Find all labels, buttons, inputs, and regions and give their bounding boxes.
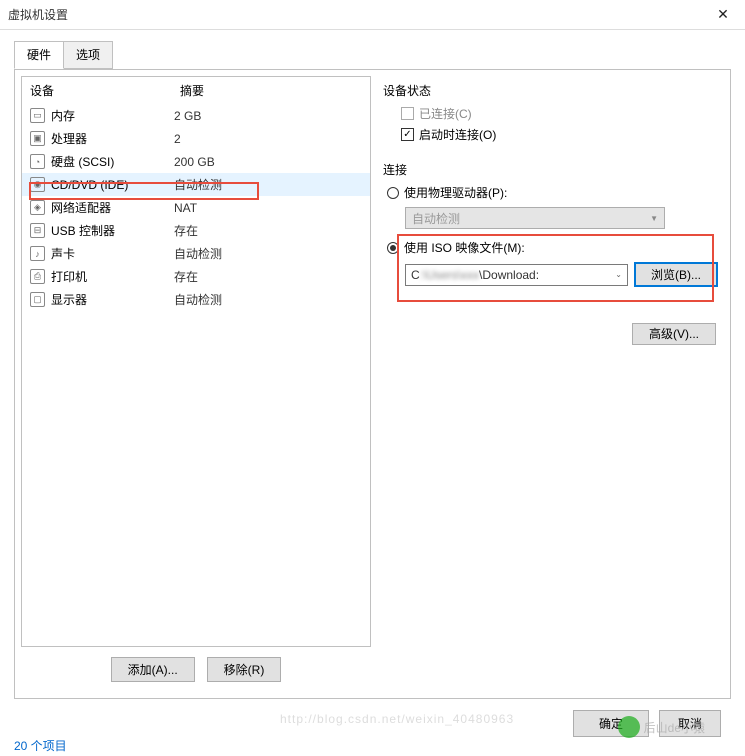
device-summary: NAT: [174, 201, 362, 215]
device-row[interactable]: CD/DVD (IDE) 自动检测: [22, 173, 370, 196]
device-summary: 存在: [174, 268, 362, 285]
device-name: 声卡: [51, 245, 75, 262]
checkbox-icon: ✓: [401, 128, 414, 141]
group-connection: 连接: [383, 161, 718, 178]
browse-button[interactable]: 浏览(B)...: [634, 262, 718, 287]
device-row[interactable]: 处理器 2: [22, 127, 370, 150]
device-summary: 2: [174, 132, 362, 146]
device-name: 处理器: [51, 130, 87, 147]
device-summary: 200 GB: [174, 155, 362, 169]
device-row[interactable]: 硬盘 (SCSI) 200 GB: [22, 150, 370, 173]
device-list-header: 设备 摘要: [22, 77, 370, 104]
checkbox-connected: 已连接(C): [401, 105, 718, 122]
combo-value: 自动检测: [412, 210, 460, 227]
device-summary: 2 GB: [174, 109, 362, 123]
device-name: 硬盘 (SCSI): [51, 153, 114, 170]
wechat-icon: [618, 716, 640, 738]
tab-strip: 硬件 选项: [14, 41, 731, 70]
tab-content: 设备 摘要 内存 2 GB 处理器 2 硬盘 (SCSI) 200 GB CD/DVD (I…: [14, 69, 731, 699]
device-list: 设备 摘要 内存 2 GB 处理器 2 硬盘 (SCSI) 200 GB CD/DVD (I…: [21, 76, 371, 647]
radio-icon: [387, 187, 399, 199]
header-device: 设备: [30, 82, 180, 99]
radio-physical-label: 使用物理驱动器(P):: [404, 184, 507, 201]
device-name: USB 控制器: [51, 222, 115, 239]
device-icon: [30, 200, 45, 215]
radio-iso-label: 使用 ISO 映像文件(M):: [404, 239, 525, 256]
device-summary: 自动检测: [174, 176, 362, 193]
device-row[interactable]: 显示器 自动检测: [22, 288, 370, 311]
advanced-button[interactable]: 高级(V)...: [632, 323, 716, 345]
device-icon: [30, 246, 45, 261]
checkbox-connect-at-power[interactable]: ✓ 启动时连接(O): [401, 126, 718, 143]
radio-physical-drive[interactable]: 使用物理驱动器(P):: [387, 184, 718, 201]
radio-iso-file[interactable]: 使用 ISO 映像文件(M):: [387, 239, 718, 256]
device-icon: [30, 177, 45, 192]
device-icon: [30, 131, 45, 146]
physical-drive-combo: 自动检测 ▼: [405, 207, 665, 229]
tab-options[interactable]: 选项: [63, 41, 113, 69]
close-icon[interactable]: ✕: [709, 6, 737, 23]
chevron-down-icon: ▼: [650, 214, 658, 223]
tab-hardware[interactable]: 硬件: [14, 41, 64, 69]
window-title: 虚拟机设置: [8, 6, 709, 23]
device-icon: [30, 223, 45, 238]
device-summary: 自动检测: [174, 245, 362, 262]
device-row[interactable]: 网络适配器 NAT: [22, 196, 370, 219]
checkbox-connect-label: 启动时连接(O): [419, 126, 496, 143]
device-name: 网络适配器: [51, 199, 111, 216]
checkbox-icon: [401, 107, 414, 120]
device-row[interactable]: 打印机 存在: [22, 265, 370, 288]
device-row[interactable]: USB 控制器 存在: [22, 219, 370, 242]
watermark-url: http://blog.csdn.net/weixin_40480963: [280, 712, 514, 726]
device-name: 打印机: [51, 268, 87, 285]
header-summary: 摘要: [180, 82, 362, 99]
device-name: CD/DVD (IDE): [51, 178, 128, 192]
device-icon: [30, 108, 45, 123]
add-button[interactable]: 添加(A)...: [111, 657, 195, 682]
radio-icon: [387, 242, 399, 254]
group-device-status: 设备状态: [383, 82, 718, 99]
watermark: 后山de小猿: [618, 716, 705, 738]
right-panel: 设备状态 已连接(C) ✓ 启动时连接(O) 连接 使用物理驱动器(P):: [371, 70, 730, 698]
items-count: 20 个项目: [14, 737, 67, 754]
device-summary: 自动检测: [174, 291, 362, 308]
device-summary: 存在: [174, 222, 362, 239]
dialog-body: 硬件 选项 设备 摘要 内存 2 GB 处理器 2 硬盘 (SCSI) 200 GB CD/…: [0, 30, 745, 698]
device-icon: [30, 154, 45, 169]
device-row[interactable]: 内存 2 GB: [22, 104, 370, 127]
title-bar: 虚拟机设置 ✕: [0, 0, 745, 30]
checkbox-connected-label: 已连接(C): [419, 105, 472, 122]
left-panel: 设备 摘要 内存 2 GB 处理器 2 硬盘 (SCSI) 200 GB CD/DVD (I…: [15, 70, 371, 698]
remove-button[interactable]: 移除(R): [207, 657, 282, 682]
device-icon: [30, 269, 45, 284]
iso-path-input[interactable]: C :\Users\xxx \Download: ⌄: [405, 264, 628, 286]
device-name: 内存: [51, 107, 75, 124]
device-buttons: 添加(A)... 移除(R): [21, 647, 371, 692]
device-name: 显示器: [51, 291, 87, 308]
device-row[interactable]: 声卡 自动检测: [22, 242, 370, 265]
device-icon: [30, 292, 45, 307]
chevron-down-icon: ⌄: [611, 270, 622, 279]
